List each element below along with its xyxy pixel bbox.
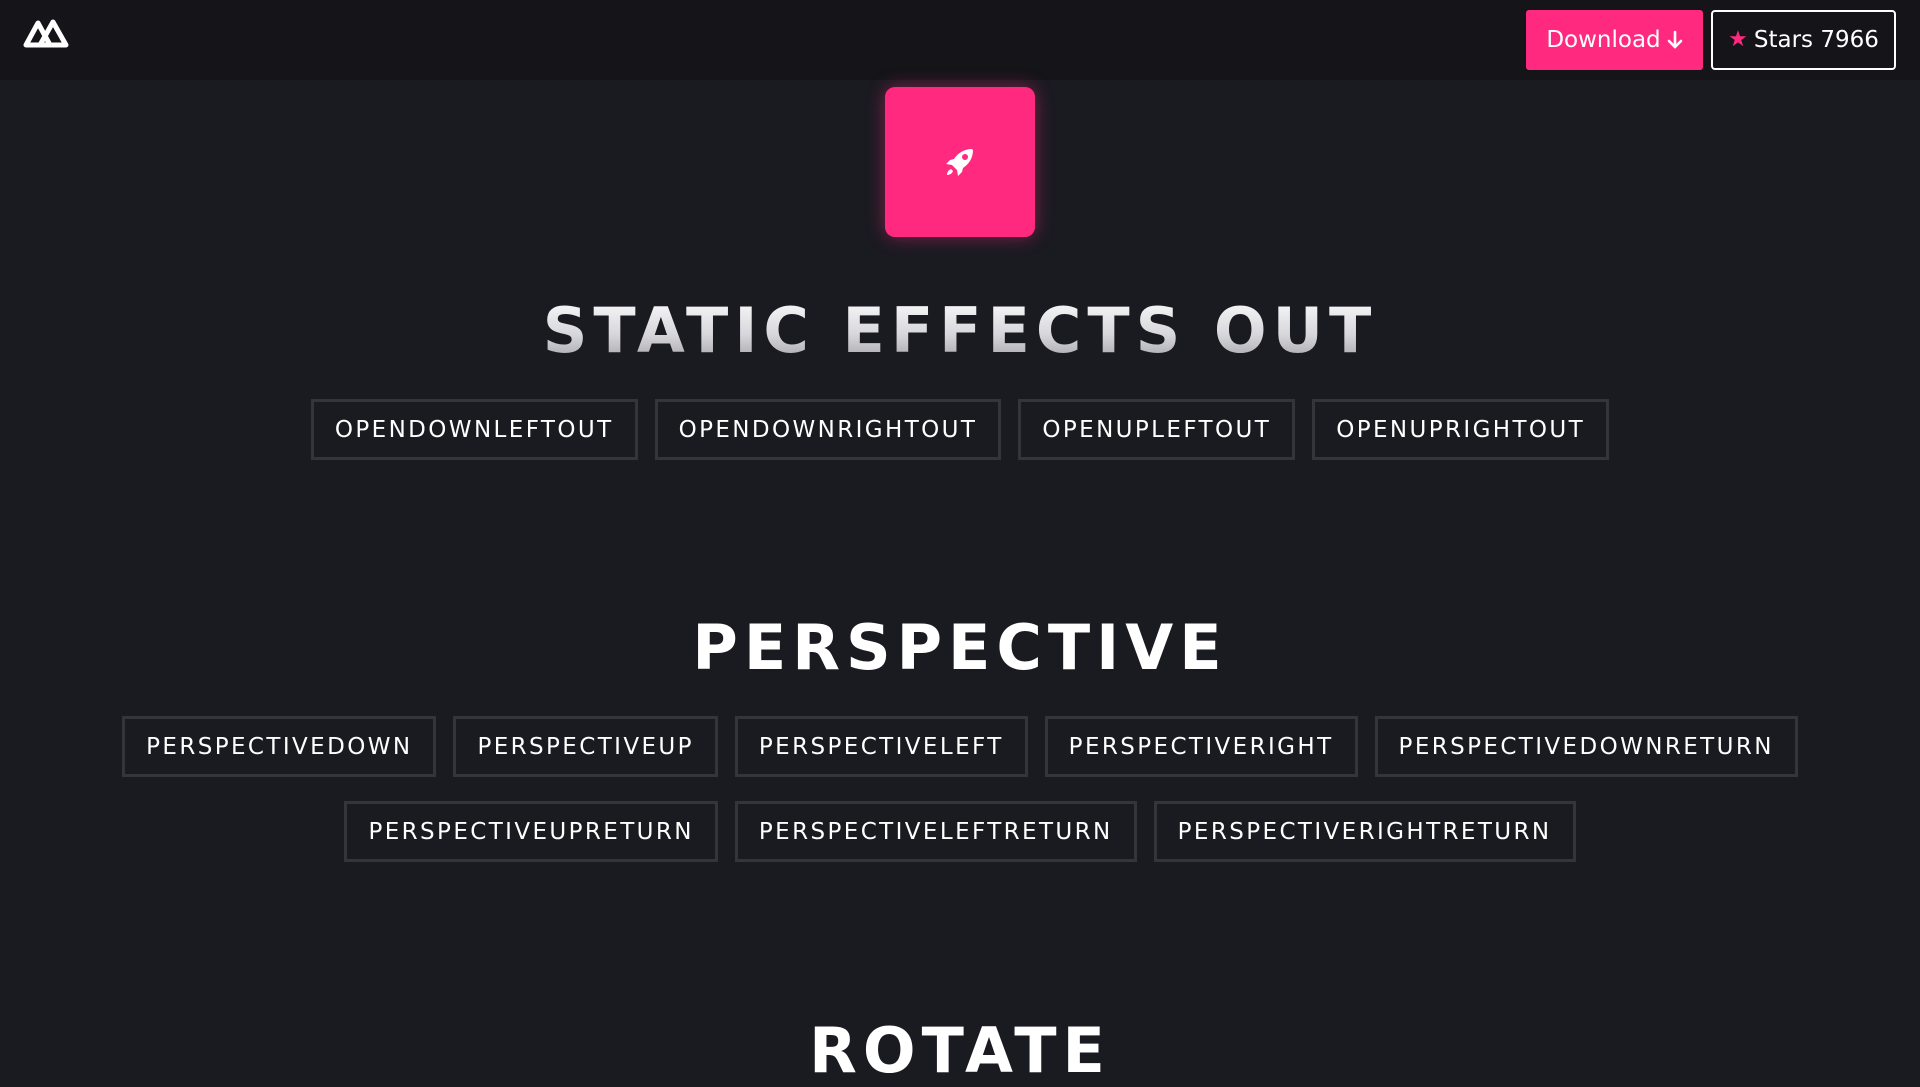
section-title: ROTATE [809, 1014, 1111, 1087]
effect-button-row: PERSPECTIVEUPRETURN PERSPECTIVELEFTRETURN… [0, 801, 1920, 862]
download-button[interactable]: Download [1526, 10, 1703, 70]
star-icon: ★ [1728, 27, 1748, 52]
effect-button-perspectivedown[interactable]: PERSPECTIVEDOWN [122, 716, 437, 777]
section-title: PERSPECTIVE [692, 611, 1228, 684]
effect-button-perspectiveup[interactable]: PERSPECTIVEUP [453, 716, 718, 777]
effect-button-row: PERSPECTIVEDOWN PERSPECTIVEUP PERSPECTIVEL… [0, 716, 1920, 777]
effect-button-perspectiverightreturn[interactable]: PERSPECTIVERIGHTRETURN [1153, 801, 1576, 862]
effect-button-opendownrightout[interactable]: OPENDOWNRIGHTOUT [654, 399, 1002, 460]
nav-logo-icon[interactable] [22, 16, 70, 50]
effect-button-perspectiveleft[interactable]: PERSPECTIVELEFT [734, 716, 1028, 777]
section-title: STATIC EFFECTS OUT [0, 294, 1920, 367]
effect-button-row: OPENDOWNLEFTOUT OPENDOWNRIGHTOUT OPENUPLEF… [0, 399, 1920, 460]
github-stars-button[interactable]: ★ Stars 7966 [1711, 10, 1896, 70]
effect-button-perspectiveleftreturn[interactable]: PERSPECTIVELEFTRETURN [734, 801, 1137, 862]
top-navbar: Download ★ Stars 7966 [0, 0, 1920, 80]
effect-button-perspectiveright[interactable]: PERSPECTIVERIGHT [1044, 716, 1358, 777]
arrow-down-icon [1667, 30, 1683, 50]
effect-button-perspectiveupreturn[interactable]: PERSPECTIVEUPRETURN [344, 801, 718, 862]
effect-button-perspectivedownreturn[interactable]: PERSPECTIVEDOWNRETURN [1374, 716, 1798, 777]
effect-button-opendownleftout[interactable]: OPENDOWNLEFTOUT [310, 399, 638, 460]
hero-animation-tile [885, 87, 1035, 237]
section-static-effects-out: STATIC EFFECTS OUT OPENDOWNLEFTOUT OPENDO… [0, 294, 1920, 460]
section-rotate: ROTATE [0, 1014, 1920, 1087]
download-label: Download [1546, 27, 1661, 53]
effect-button-openupleftout[interactable]: OPENUPLEFTOUT [1018, 399, 1296, 460]
section-perspective: PERSPECTIVE PERSPECTIVEDOWN PERSPECTIVEUP… [0, 611, 1920, 862]
rocket-icon [942, 144, 978, 180]
effect-button-openuprightout[interactable]: OPENUPRIGHTOUT [1312, 399, 1610, 460]
stars-label: Stars 7966 [1753, 27, 1879, 53]
